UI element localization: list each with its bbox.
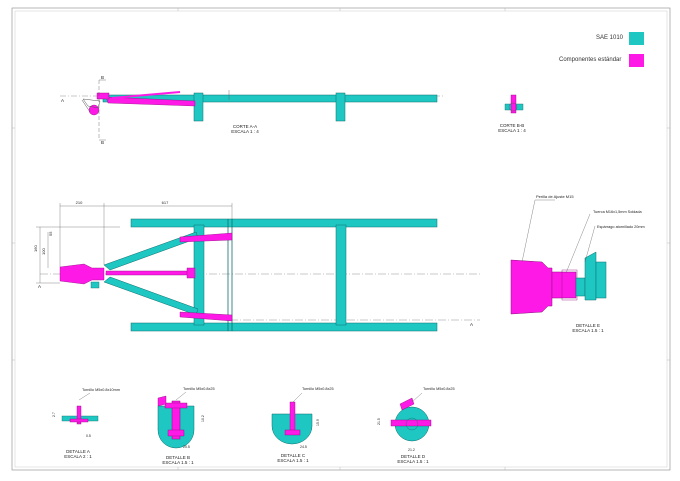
top-link-lower (179, 311, 233, 322)
dim-d-h: 21.2 (408, 448, 415, 452)
corte-bb-scale: ESCALA 1 : 4 (498, 128, 526, 133)
detalle-c-view (271, 392, 313, 445)
dim-617: 617 (162, 200, 169, 205)
top-view (36, 203, 480, 332)
section-mark-b-top: B (101, 75, 104, 80)
detalle-a-callout: Tornillo M5x0.8x10mm (82, 388, 120, 392)
top-crossmember-2 (335, 224, 347, 326)
callout-tuerca: Tuerca M16x1,5mm Soldada (593, 210, 642, 214)
top-steering-knob (59, 263, 105, 285)
section-mark-a-top-right: A (470, 322, 473, 327)
legend-swatch-sae (629, 32, 644, 45)
section-mark-a-top-left: A (38, 284, 41, 289)
top-link-upper (179, 232, 233, 243)
dim-c-v: 15.9 (316, 419, 320, 426)
dim-b-h: 20.5 (183, 445, 190, 449)
dim-b-v: 10.2 (201, 415, 205, 422)
detalle-e-view (510, 199, 607, 315)
dim-a-h: 2.7 (52, 412, 56, 417)
callout-esparrago: Espárrago atornillado 20mm (597, 225, 645, 229)
legend-label-sae: SAE 1010 (596, 35, 624, 41)
detalle-e-scale: ESCALA 1.5 : 1 (572, 328, 604, 333)
dim-160: 160 (33, 245, 38, 252)
detalle-b-view (157, 391, 195, 449)
side-crossmember-2 (335, 92, 346, 122)
top-rail-upper (130, 218, 438, 228)
detalle-b-callout: Tornillo M5x0.8x25 (183, 387, 215, 391)
section-mark-a-left: A (61, 98, 64, 103)
detalle-c-scale: ESCALA 1.5 : 1 (277, 458, 309, 463)
legend-label-standard: Componentes estándar (559, 57, 622, 63)
detalle-b-scale: ESCALA 1.5 : 1 (162, 460, 194, 465)
detalle-a-scale: ESCALA 2 : 1 (64, 454, 92, 459)
detalle-d-scale: ESCALA 1.5 : 1 (397, 459, 429, 464)
top-steering-shaft (105, 270, 192, 276)
detalle-e-knob (510, 259, 553, 315)
detalle-e-plate (584, 251, 597, 301)
detalle-c-callout: Tornillo M5x0.8x25 (302, 387, 334, 391)
detalle-d-callout: Tornillo M5x0.8x25 (423, 387, 455, 391)
callout-perilla: Perilla de Ajuste M15 (536, 194, 574, 199)
corte-aa-scale: ESCALA 1 : 4 (231, 129, 259, 134)
dim-a-w: 0.5 (86, 434, 91, 438)
corte-bb-view (504, 94, 524, 114)
detalle-a-view (61, 392, 99, 425)
legend-swatch-standard (629, 54, 644, 67)
top-rail-lower (130, 322, 438, 332)
dim-c-h: 24.5 (300, 445, 307, 449)
top-triangle-lower (103, 276, 199, 316)
drawing-sheet: CORTE A-A ESCALA 1 : 4 A B B CORTE B-B E… (11, 7, 671, 471)
dim-210: 210 (76, 200, 83, 205)
dim-55: 55 (48, 231, 53, 236)
detalle-d-view (390, 392, 432, 442)
dim-100: 100 (41, 248, 46, 255)
side-crossmember-1 (193, 92, 204, 122)
section-mark-b-bottom: B (101, 140, 104, 145)
dim-d-v: 21.5 (377, 418, 381, 425)
